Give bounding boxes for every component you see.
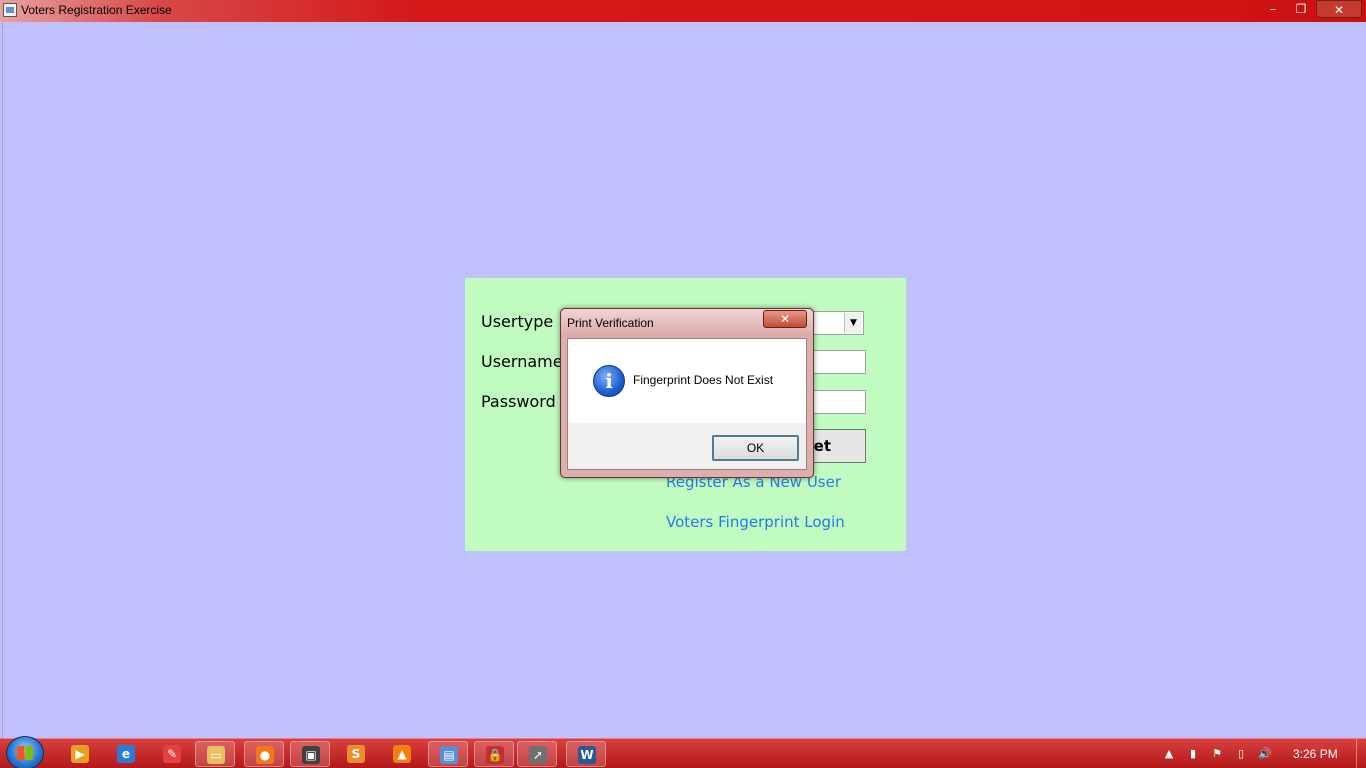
maximize-button[interactable]: ❐ (1288, 0, 1314, 18)
dialog-title: Print Verification (567, 316, 654, 330)
internet-explorer-icon: e (117, 745, 135, 763)
app-window-icon: ▤ (440, 746, 458, 764)
taskbar-item-word[interactable]: W (566, 741, 606, 767)
taskbar-item-file-explorer[interactable]: ▭ (195, 741, 235, 767)
dialog-message-area: i Fingerprint Does Not Exist (568, 339, 806, 423)
dialog-body: i Fingerprint Does Not Exist OK (567, 338, 807, 470)
window-titlebar[interactable]: Voters Registration Exercise – ❐ ✕ (0, 0, 1366, 22)
media-player-icon: ▶ (71, 745, 89, 763)
dialog-close-button[interactable]: ✕ (763, 310, 807, 328)
minimize-button[interactable]: – (1260, 0, 1286, 18)
battery-icon[interactable]: ▯ (1234, 747, 1248, 761)
taskbar-item-paint[interactable]: ✎ (152, 741, 192, 767)
word-icon: W (578, 746, 596, 764)
information-icon: i (593, 365, 625, 397)
taskbar-item-sublime[interactable]: S (336, 741, 376, 767)
password-label: Password (481, 392, 556, 411)
username-input[interactable] (810, 350, 866, 374)
password-input[interactable] (810, 390, 866, 414)
close-button[interactable]: ✕ (1316, 0, 1362, 18)
dialog-message: Fingerprint Does Not Exist (633, 373, 774, 387)
lock-icon: 🔒 (486, 746, 504, 764)
volume-icon[interactable]: 🔊 (1258, 747, 1272, 761)
taskbar: ▶ e ✎ ▭ ● ▣ S ▲ ▤ 🔒 ➚ W ▲ ▮ ⚑ ▯ 🔊 3:26 PM (0, 736, 1366, 768)
firefox-icon: ● (256, 746, 274, 764)
sublime-icon: S (347, 745, 365, 763)
taskbar-item-firefox[interactable]: ● (244, 741, 284, 767)
reset-button-label: Reset (811, 437, 831, 455)
window-title: Voters Registration Exercise (21, 3, 172, 17)
network-icon[interactable]: ▮ (1186, 747, 1200, 761)
taskbar-item-lock[interactable]: 🔒 (474, 741, 514, 767)
start-button[interactable] (6, 736, 44, 768)
app-icon (3, 3, 17, 17)
show-hidden-icons-icon[interactable]: ▲ (1162, 747, 1176, 761)
taskbar-item-media-player[interactable]: ▶ (60, 741, 100, 767)
fingerprint-login-link[interactable]: Voters Fingerprint Login (666, 513, 845, 531)
taskbar-item-app-window[interactable]: ▤ (428, 741, 468, 767)
print-verification-dialog: Print Verification ✕ i Fingerprint Does … (560, 308, 814, 478)
cursor-app-icon: ➚ (529, 746, 547, 764)
taskbar-item-vlc[interactable]: ▲ (382, 741, 422, 767)
movie-maker-icon: ▣ (302, 746, 320, 764)
usertype-select[interactable]: ▼ (810, 311, 864, 335)
taskbar-item-internet-explorer[interactable]: e (106, 741, 146, 767)
vlc-icon: ▲ (393, 745, 411, 763)
taskbar-item-cursor-app[interactable]: ➚ (517, 741, 557, 767)
ok-button[interactable]: OK (712, 435, 799, 461)
action-center-flag-icon[interactable]: ⚑ (1210, 747, 1224, 761)
taskbar-clock[interactable]: 3:26 PM (1293, 747, 1338, 761)
usertype-label: Usertype (481, 312, 554, 331)
reset-button[interactable]: Reset (810, 429, 866, 463)
file-explorer-icon: ▭ (207, 746, 225, 764)
username-label: Username (481, 352, 563, 371)
show-desktop-button[interactable] (1356, 739, 1366, 768)
chevron-down-icon[interactable]: ▼ (844, 313, 862, 333)
taskbar-item-movie-maker[interactable]: ▣ (290, 741, 330, 767)
dialog-titlebar[interactable]: Print Verification ✕ (561, 309, 813, 337)
paint-icon: ✎ (163, 745, 181, 763)
